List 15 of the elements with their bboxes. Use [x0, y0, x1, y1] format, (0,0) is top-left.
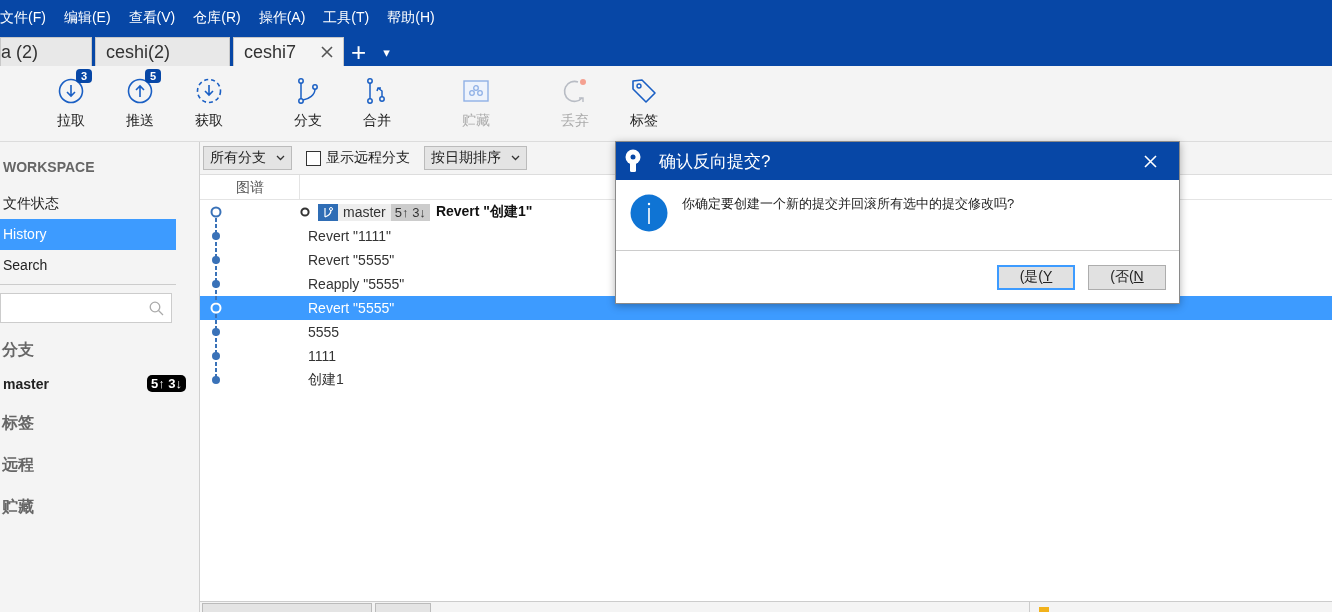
ahead-behind-badge: 5↑ 3↓	[390, 203, 430, 221]
commit-message: Revert "5555"	[308, 300, 395, 316]
commit-message: Revert "1111"	[308, 228, 392, 244]
dialog-message: 你确定要创建一个新的提交并回滚所有选中的提交修改吗?	[682, 195, 1015, 213]
branch-label: master	[318, 203, 391, 221]
commit-message: 1111	[308, 348, 337, 364]
dialog-title: 确认反向提交?	[659, 150, 772, 173]
commit-message: Revert "创建1"	[435, 203, 533, 221]
commit-message: 创建1	[308, 371, 344, 389]
count-badge: 3	[76, 69, 93, 83]
ahead-behind-badge: 5↑ 3↓	[146, 375, 186, 392]
section-title: WORKSPACE	[2, 159, 96, 175]
count-badge: 5	[145, 69, 162, 83]
commit-message: 5555	[308, 324, 340, 340]
commit-message: Revert "5555"	[308, 252, 395, 268]
